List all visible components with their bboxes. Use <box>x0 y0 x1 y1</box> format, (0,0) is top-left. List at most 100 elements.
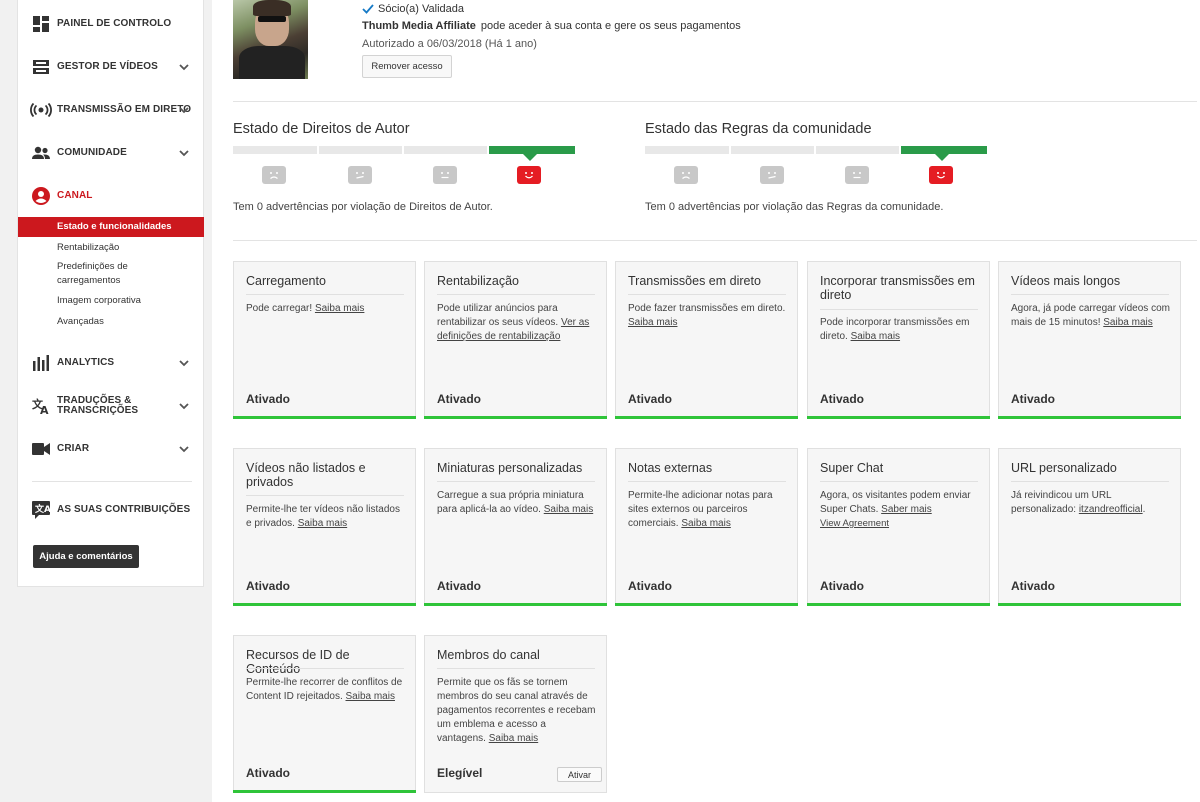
feature-card-live-streaming: Transmissões em direto Pode fazer transm… <box>615 261 798 419</box>
feature-status: Ativado <box>246 766 291 780</box>
custom-url-link[interactable]: itzandreofficial <box>1079 504 1143 515</box>
dashboard-icon <box>32 15 50 33</box>
sidebar-subitem-upload-defaults-line2[interactable]: carregamentos <box>18 274 204 287</box>
chevron-down-icon[interactable] <box>178 61 190 73</box>
feature-card-external-annotations: Notas externas Permite-lhe adicionar not… <box>615 448 798 606</box>
sidebar-item-label: CRIAR <box>57 443 90 454</box>
avatar <box>233 0 308 79</box>
feature-title: Transmissões em direto <box>628 274 761 288</box>
sad-face-icon <box>674 166 698 184</box>
sidebar-item-translations[interactable]: 文A TRADUÇÕES & TRANSCRIÇÕES <box>18 394 204 418</box>
feature-status: Ativado <box>1011 579 1056 593</box>
feature-title: Rentabilização <box>437 274 519 288</box>
sidebar-subitem-status-features[interactable]: Estado e funcionalidades <box>18 217 204 237</box>
learn-more-link[interactable]: Saiba mais <box>681 518 730 529</box>
analytics-icon <box>32 354 50 372</box>
partner-status-text: Sócio(a) Validada <box>378 3 465 15</box>
authorized-date: Autorizado a 06/03/2018 (Há 1 ano) <box>362 38 537 50</box>
svg-text:文A: 文A <box>34 503 50 515</box>
feature-description: Pode carregar! Saiba mais <box>246 303 365 314</box>
partner-affiliate: Thumb Media Affiliate pode aceder à sua c… <box>362 20 741 32</box>
learn-more-link[interactable]: Saiba mais <box>628 317 677 328</box>
feature-card-content-id: Recursos de ID de Conteúdo Permite-lhe r… <box>233 635 416 793</box>
feature-description: Agora, já pode carregar vídeos com mais … <box>1011 303 1170 328</box>
svg-text:A: A <box>40 404 49 415</box>
main-content: Sócio(a) Validada Thumb Media Affiliate p… <box>212 0 1200 802</box>
learn-more-link[interactable]: Saiba mais <box>315 303 364 314</box>
learn-more-link[interactable]: Saiba mais <box>298 518 347 529</box>
affiliate-name: Thumb Media Affiliate <box>362 20 476 32</box>
feature-title: Miniaturas personalizadas <box>437 461 583 475</box>
affiliate-text: pode aceder à sua conta e gere os seus p… <box>480 20 741 32</box>
chevron-down-icon[interactable] <box>178 400 190 412</box>
happy-face-icon <box>929 166 953 184</box>
sidebar-item-dashboard[interactable]: PAINEL DE CONTROLO <box>18 12 204 36</box>
feature-card-monetization: Rentabilização Pode utilizar anúncios pa… <box>424 261 607 419</box>
feature-title: URL personalizado <box>1011 461 1117 475</box>
feature-card-upload: Carregamento Pode carregar! Saiba mais A… <box>233 261 416 419</box>
copyright-status-message: Tem 0 advertências por violação de Direi… <box>233 201 493 213</box>
sidebar-item-analytics[interactable]: ANALYTICS <box>18 351 204 375</box>
feature-card-custom-url: URL personalizado Já reivindicou um URL … <box>998 448 1181 606</box>
sidebar-item-channel[interactable]: CANAL <box>18 184 204 208</box>
sidebar-subitem-upload-defaults[interactable]: Predefinições de <box>18 260 204 273</box>
sidebar-item-live-stream[interactable]: TRANSMISSÃO EM DIRETO <box>18 98 204 122</box>
sidebar-item-video-manager[interactable]: GESTOR DE VÍDEOS <box>18 55 204 79</box>
feature-card-super-chat: Super Chat Agora, os visitantes podem en… <box>807 448 990 606</box>
learn-more-link[interactable]: Saiba mais <box>346 691 395 702</box>
sidebar-item-contributions[interactable]: 文A AS SUAS CONTRIBUIÇÕES <box>18 498 204 522</box>
feature-title: Membros do canal <box>437 648 540 662</box>
feature-description: Pode incorporar transmissões em direto. … <box>820 317 970 342</box>
help-feedback-button[interactable]: Ajuda e comentários <box>33 545 139 568</box>
sidebar-subitem-monetization[interactable]: Rentabilização <box>18 241 204 254</box>
feature-status: Ativado <box>628 392 673 406</box>
sidebar: PAINEL DE CONTROLO GESTOR DE VÍDEOS TRAN… <box>17 0 204 587</box>
feature-description: Permite-lhe recorrer de conflitos de Con… <box>246 677 403 702</box>
sidebar-item-community[interactable]: COMUNIDADE <box>18 141 204 165</box>
feature-status: Ativado <box>437 392 482 406</box>
enable-button[interactable]: Ativar <box>557 767 602 782</box>
live-stream-icon <box>30 101 52 119</box>
learn-more-link[interactable]: Saiba mais <box>489 733 538 744</box>
learn-more-link[interactable]: Saiba mais <box>544 504 593 515</box>
remove-access-button[interactable]: Remover acesso <box>362 55 452 78</box>
feature-card-custom-thumbnails: Miniaturas personalizadas Carregue a sua… <box>424 448 607 606</box>
copyright-strike-bar <box>233 146 575 161</box>
chevron-down-icon[interactable] <box>178 443 190 455</box>
view-agreement-link[interactable]: View Agreement <box>820 517 980 531</box>
sidebar-item-label: GESTOR DE VÍDEOS <box>57 61 158 72</box>
channel-icon <box>32 187 50 205</box>
feature-card-embed-live: Incorporar transmissões em direto Pode i… <box>807 261 990 419</box>
feature-status: Ativado <box>820 392 865 406</box>
community-status-message: Tem 0 advertências por violação das Regr… <box>645 201 944 213</box>
divider <box>233 101 1197 102</box>
chevron-down-icon[interactable] <box>178 147 190 159</box>
unhappy-face-icon <box>348 166 372 184</box>
feature-title: Super Chat <box>820 461 884 475</box>
neutral-face-icon <box>433 166 457 184</box>
learn-more-link[interactable]: Saiba mais <box>1103 317 1152 328</box>
feature-description: Agora, os visitantes podem enviar Super … <box>820 489 980 531</box>
feature-card-channel-memberships: Membros do canal Permite que os fãs se t… <box>424 635 607 793</box>
feature-status: Ativado <box>246 579 291 593</box>
sidebar-subitem-branding[interactable]: Imagem corporativa <box>18 294 204 307</box>
chevron-down-icon[interactable] <box>178 357 190 369</box>
sidebar-item-label: TRANSMISSÃO EM DIRETO <box>57 104 192 115</box>
translate-icon: 文A <box>32 397 50 415</box>
chevron-down-icon[interactable] <box>178 104 190 116</box>
sidebar-item-create[interactable]: CRIAR <box>18 437 204 461</box>
feature-description: Permite-lhe adicionar notas para sites e… <box>628 490 773 529</box>
community-strike-bar <box>645 146 987 161</box>
learn-more-link[interactable]: Saiba mais <box>851 331 900 342</box>
feature-description: Permite-lhe ter vídeos não listados e pr… <box>246 504 400 529</box>
feature-status: Ativado <box>437 579 482 593</box>
sidebar-item-label: COMUNIDADE <box>57 147 127 158</box>
sidebar-item-label-line2: TRANSCRIÇÕES <box>57 405 139 416</box>
feature-status: Ativado <box>628 579 673 593</box>
check-icon <box>362 4 374 14</box>
feature-description: Permite que os fãs se tornem membros do … <box>437 677 596 744</box>
sidebar-subitem-advanced[interactable]: Avançadas <box>18 315 204 328</box>
sidebar-item-label: PAINEL DE CONTROLO <box>57 18 172 29</box>
learn-more-link[interactable]: Saber mais <box>881 504 932 515</box>
unhappy-face-icon <box>760 166 784 184</box>
